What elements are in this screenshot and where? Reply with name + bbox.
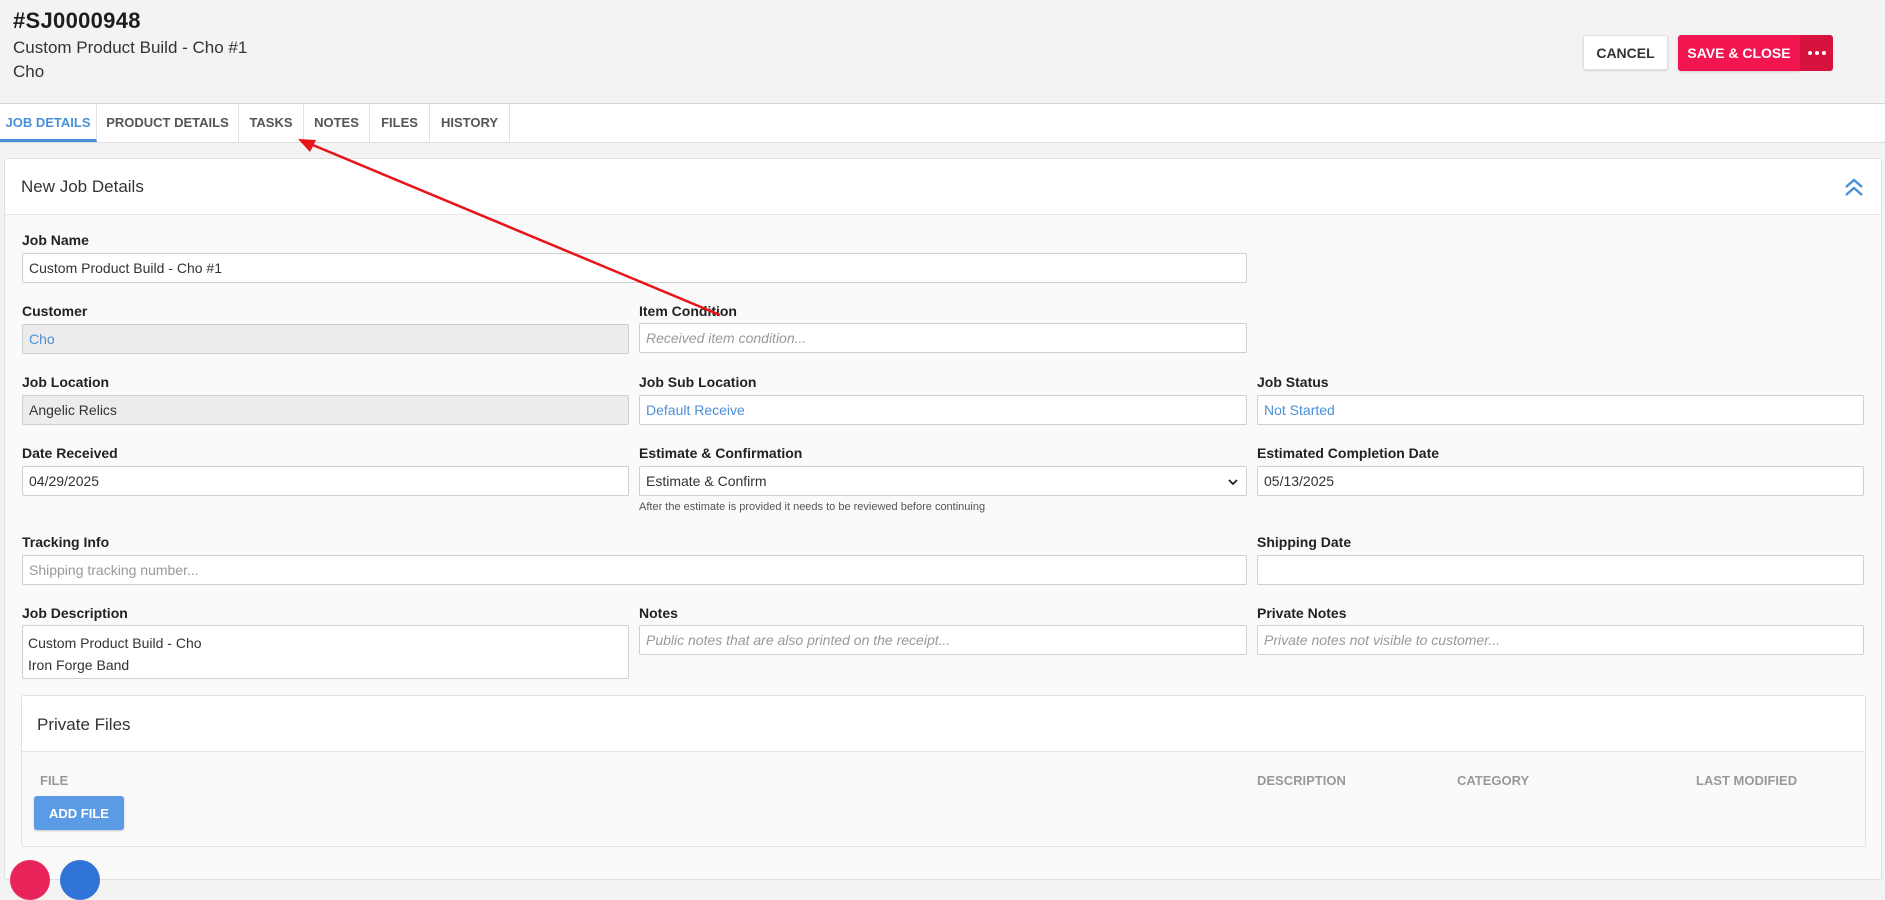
tab-job-details[interactable]: JOB DETAILS	[0, 104, 97, 142]
estimate-select[interactable]: Estimate & Confirm	[639, 466, 1247, 496]
chevron-double-up-icon[interactable]	[1843, 176, 1865, 198]
tracking-input[interactable]	[22, 555, 1247, 585]
column-last-modified: LAST MODIFIED	[1696, 773, 1798, 788]
tab-bar: JOB DETAILS PRODUCT DETAILS TASKS NOTES …	[0, 104, 1885, 143]
job-name-label: Job Name	[22, 232, 89, 248]
estimate-select-value: Estimate & Confirm	[646, 473, 767, 489]
customer-input[interactable]	[22, 324, 629, 354]
tab-product-details[interactable]: PRODUCT DETAILS	[97, 104, 239, 142]
tab-notes[interactable]: NOTES	[304, 104, 370, 142]
add-file-button[interactable]: ADD FILE	[34, 796, 124, 830]
tab-history[interactable]: HISTORY	[430, 104, 510, 142]
job-description-line: Iron Forge Band	[28, 657, 130, 673]
job-description-label: Job Description	[22, 605, 128, 621]
more-options-button[interactable]	[1800, 35, 1833, 71]
job-title: Custom Product Build - Cho #1	[13, 38, 248, 57]
tracking-label: Tracking Info	[22, 534, 110, 550]
job-location-label: Job Location	[22, 374, 110, 390]
column-file: FILE	[40, 773, 69, 788]
job-status-input[interactable]	[1257, 395, 1864, 425]
chevron-down-icon	[1228, 479, 1238, 486]
save-close-button[interactable]: SAVE & CLOSE	[1678, 35, 1800, 71]
notes-input[interactable]	[639, 625, 1247, 655]
private-notes-label: Private Notes	[1257, 605, 1347, 621]
cancel-button[interactable]: CANCEL	[1583, 35, 1668, 70]
floating-action-button[interactable]	[60, 860, 100, 900]
column-description: DESCRIPTION	[1257, 773, 1346, 788]
job-description-textarea[interactable]: Custom Product Build - Cho Iron Forge Ba…	[22, 625, 629, 679]
est-completion-label: Estimated Completion Date	[1257, 445, 1440, 461]
customer-label: Customer	[22, 303, 88, 319]
shipping-date-label: Shipping Date	[1257, 534, 1352, 550]
floating-action-button[interactable]	[10, 860, 50, 900]
more-dots-icon	[1807, 51, 1812, 55]
notes-label: Notes	[639, 605, 678, 621]
shipping-date-input[interactable]	[1257, 555, 1864, 585]
item-condition-input[interactable]	[639, 323, 1247, 353]
date-received-input[interactable]	[22, 466, 629, 496]
page-header: #SJ0000948 Custom Product Build - Cho #1…	[0, 0, 1885, 104]
job-description-line: Custom Product Build - Cho	[28, 635, 202, 651]
job-number: #SJ0000948	[13, 8, 141, 33]
estimate-hint: After the estimate is provided it needs …	[639, 501, 986, 513]
job-customer: Cho	[13, 62, 45, 81]
tab-tasks[interactable]: TASKS	[239, 104, 304, 142]
job-sub-location-label: Job Sub Location	[639, 374, 757, 390]
tab-files[interactable]: FILES	[370, 104, 430, 142]
item-condition-label: Item Condition	[639, 303, 737, 319]
date-received-label: Date Received	[22, 445, 118, 461]
job-sub-location-input[interactable]	[639, 395, 1247, 425]
job-location-input[interactable]	[22, 395, 629, 425]
private-files-title: Private Files	[37, 715, 131, 734]
job-name-input[interactable]	[22, 253, 1247, 283]
est-completion-input[interactable]	[1257, 466, 1864, 496]
private-notes-input[interactable]	[1257, 625, 1864, 655]
column-category: CATEGORY	[1457, 773, 1530, 788]
estimate-label: Estimate & Confirmation	[639, 445, 803, 461]
private-files-panel: Private Files FILE DESCRIPTION CATEGORY …	[21, 695, 1866, 847]
job-status-label: Job Status	[1257, 374, 1329, 390]
card-header: New Job Details	[5, 159, 1881, 215]
private-files-header: Private Files	[22, 696, 1865, 752]
card-title: New Job Details	[21, 177, 144, 196]
